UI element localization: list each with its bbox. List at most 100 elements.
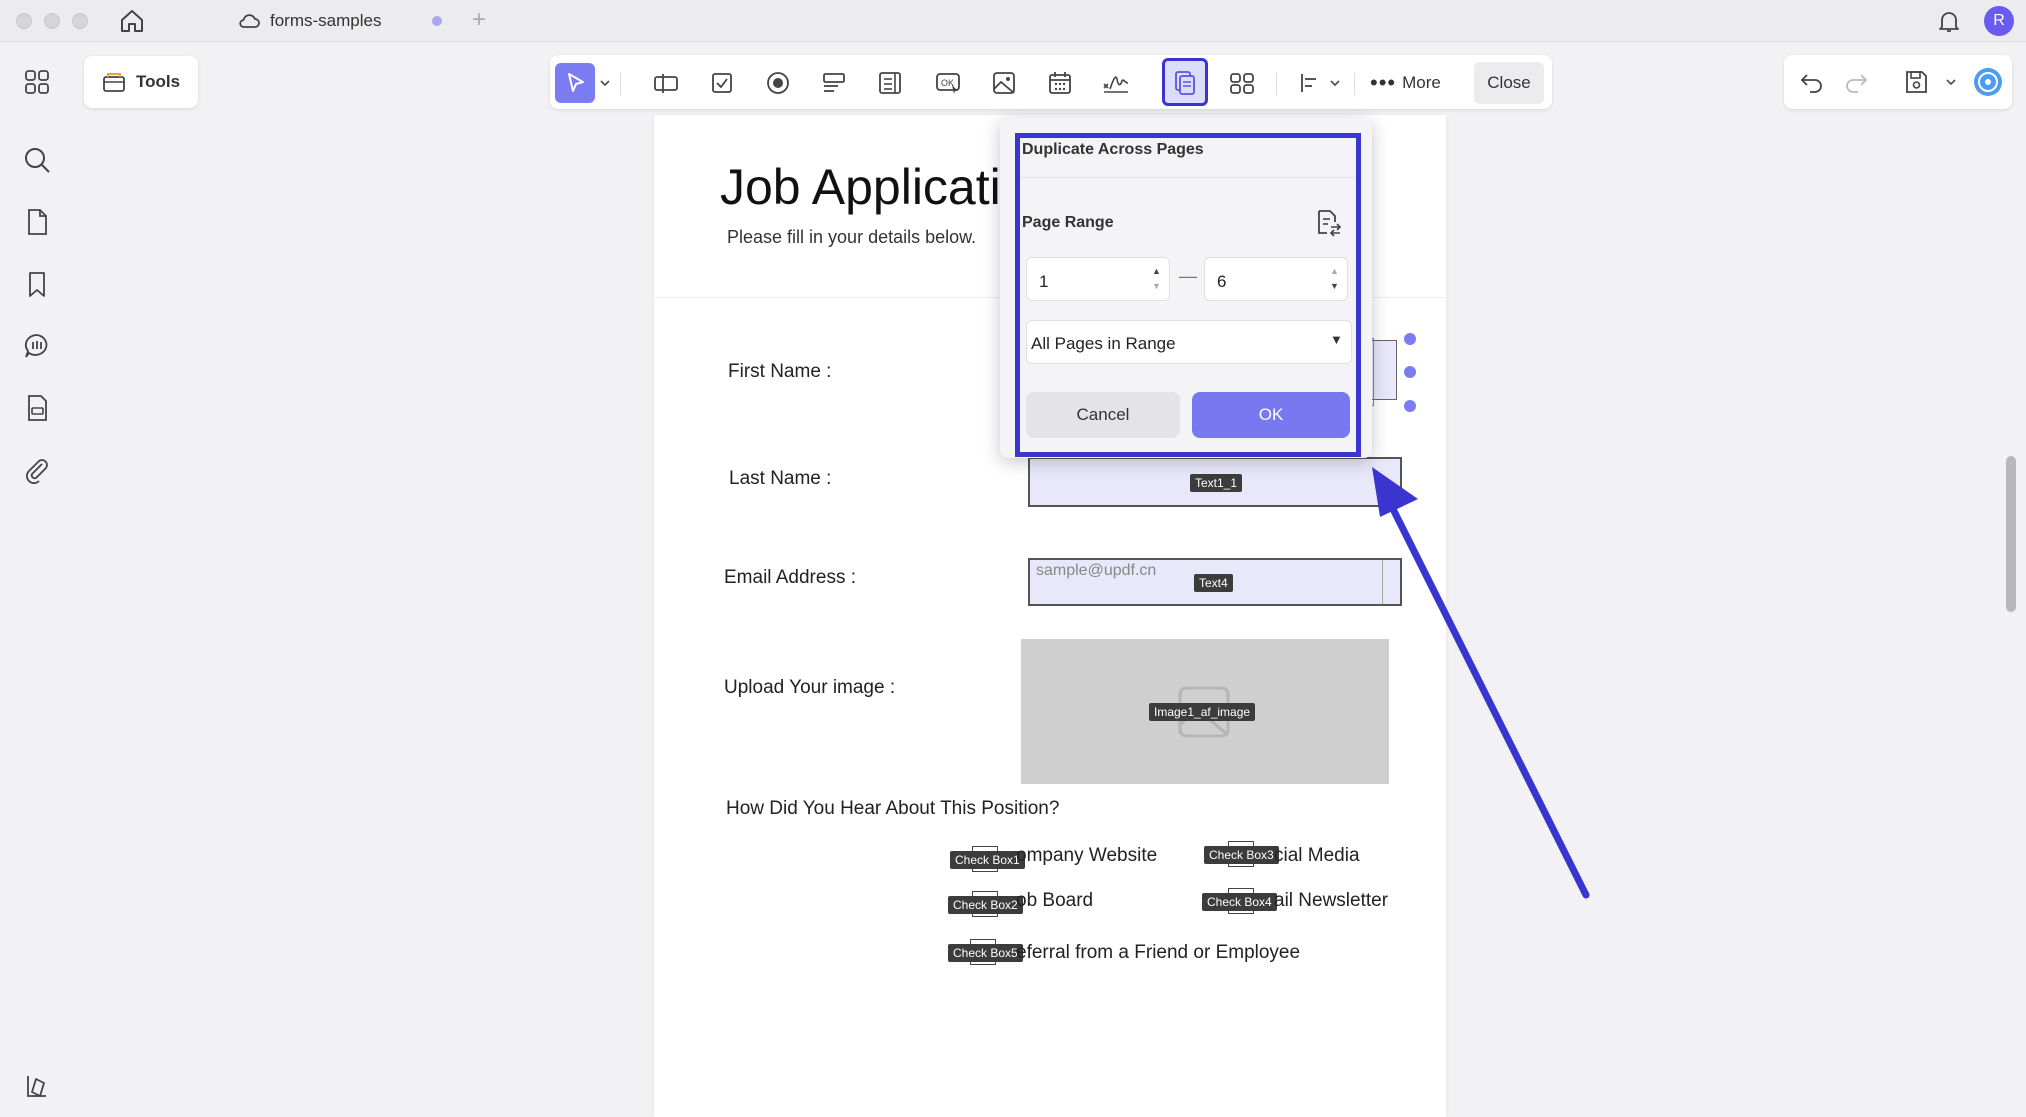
ellipsis-icon: ••• <box>1370 70 1397 95</box>
chevron-down-icon[interactable] <box>598 77 612 89</box>
button-tool-button[interactable]: OK <box>928 63 968 103</box>
field-tag: Text1_1 <box>1190 474 1243 492</box>
save-icon[interactable] <box>1902 68 1930 96</box>
svg-text:OK: OK <box>941 78 954 88</box>
scrollbar[interactable] <box>2006 456 2016 612</box>
grid-layout-icon <box>1230 73 1254 94</box>
list-box-tool-button[interactable] <box>870 63 910 103</box>
checkbox-label: eferral from a Friend or Employee <box>1016 942 1301 963</box>
layers-icon[interactable] <box>22 1071 52 1101</box>
image-tool-button[interactable] <box>984 63 1024 103</box>
more-button[interactable]: ••• More <box>1370 63 1441 103</box>
popup-title: Duplicate Across Pages <box>1022 141 1204 158</box>
field-tag: Check Box3 <box>1204 846 1279 864</box>
caret-down-icon: ▼ <box>1330 332 1343 347</box>
stepper-up-icon[interactable]: ▲ <box>1330 266 1339 276</box>
range-separator: — <box>1179 266 1197 286</box>
tools-button[interactable]: Tools <box>84 56 198 108</box>
resize-handle[interactable] <box>1404 400 1416 412</box>
unsaved-indicator <box>432 16 442 26</box>
field-tag: Check Box4 <box>1202 893 1277 911</box>
pointer-icon <box>568 73 584 92</box>
field-tag: Text4 <box>1194 574 1233 592</box>
form-toolbar: OK ••• More Close <box>550 55 1552 109</box>
cancel-button[interactable]: Cancel <box>1026 392 1180 438</box>
align-tool-button[interactable] <box>1290 63 1330 103</box>
stepper-up-icon[interactable]: ▲ <box>1152 266 1161 276</box>
ai-assistant-icon[interactable] <box>1972 66 2004 98</box>
tools-label: Tools <box>136 72 181 91</box>
arrange-tool-button[interactable] <box>1222 63 1262 103</box>
add-tab-button[interactable]: + <box>472 6 486 34</box>
field-tag: Check Box1 <box>950 851 1025 869</box>
redo-icon[interactable] <box>1842 68 1870 96</box>
left-sidebar <box>0 43 74 1117</box>
date-tool-button[interactable] <box>1040 63 1080 103</box>
grid-icon[interactable] <box>22 67 52 97</box>
home-icon[interactable] <box>118 8 146 34</box>
comment-icon[interactable] <box>22 331 52 361</box>
checkbox-label: ob Board <box>1016 890 1094 911</box>
cloud-icon <box>239 14 260 28</box>
radio-button-tool-button[interactable] <box>758 63 798 103</box>
resize-handle[interactable] <box>1404 333 1416 345</box>
minimize-window-button[interactable] <box>44 13 60 29</box>
align-left-icon <box>1301 74 1316 92</box>
last-name-label: Last Name : <box>729 468 832 489</box>
field-tag: Check Box5 <box>948 944 1023 962</box>
page-icon[interactable] <box>22 207 52 237</box>
list-box-icon <box>879 72 901 94</box>
page-range-label: Page Range <box>1022 214 1114 231</box>
first-name-label: First Name : <box>728 361 832 382</box>
page-range-swap-icon[interactable] <box>1313 208 1343 238</box>
duplicate-across-pages-button[interactable] <box>1162 58 1208 106</box>
from-page-input[interactable]: 1 <box>1026 257 1170 301</box>
bell-icon[interactable] <box>1936 8 1962 34</box>
calendar-icon <box>1049 72 1071 94</box>
combo-box-tool-button[interactable] <box>814 63 854 103</box>
ok-button[interactable]: OK <box>1192 392 1350 438</box>
toolbox-icon <box>103 73 125 92</box>
select-tool-button[interactable] <box>555 63 595 103</box>
attachment-icon[interactable] <box>22 455 52 485</box>
undo-icon[interactable] <box>1798 68 1826 96</box>
question-text: How Did You Hear About This Position? <box>726 798 1060 819</box>
document-tab[interactable]: forms-samples <box>238 6 381 36</box>
document-title: Job Applicatio <box>720 159 1029 215</box>
divider <box>1020 177 1356 178</box>
signature-icon <box>1103 76 1129 93</box>
image-icon <box>993 72 1015 94</box>
checkbox-label: ompany Website <box>1016 845 1158 866</box>
stepper-down-icon[interactable]: ▼ <box>1152 281 1161 291</box>
checkbox-icon <box>712 73 732 93</box>
text-field-icon <box>654 74 678 93</box>
chevron-down-icon[interactable] <box>1328 77 1342 89</box>
combo-box-icon <box>823 73 845 92</box>
avatar[interactable]: R <box>1984 6 2014 36</box>
image-field[interactable]: Image1_af_image <box>1021 639 1389 784</box>
chevron-down-icon[interactable] <box>1944 76 1958 88</box>
tab-title: forms-samples <box>270 11 382 30</box>
annotation-arrow <box>1372 467 1590 899</box>
signature-tool-button[interactable] <box>1096 63 1136 103</box>
checkbox-tool-button[interactable] <box>702 63 742 103</box>
checkbox-label: cial Media <box>1274 845 1360 866</box>
close-button[interactable]: Close <box>1474 62 1544 104</box>
ok-button-icon: OK <box>936 73 960 94</box>
email-label: Email Address : <box>724 567 856 588</box>
field-tag: Image1_af_image <box>1149 703 1256 721</box>
resize-handle[interactable] <box>1404 366 1416 378</box>
title-bar: forms-samples + R <box>0 0 2026 42</box>
form-icon[interactable] <box>22 393 52 423</box>
email-placeholder: sample@updf.cn <box>1036 562 1157 579</box>
upload-image-label: Upload Your image : <box>724 677 896 698</box>
close-window-button[interactable] <box>16 13 32 29</box>
bookmark-icon[interactable] <box>22 269 52 299</box>
page-subset-select[interactable]: All Pages in Range <box>1026 320 1352 364</box>
duplicate-pages-icon <box>1175 71 1195 95</box>
to-page-input[interactable]: 6 <box>1204 257 1348 301</box>
text-field-tool-button[interactable] <box>646 63 686 103</box>
zoom-window-button[interactable] <box>72 13 88 29</box>
stepper-down-icon[interactable]: ▼ <box>1330 281 1339 291</box>
search-icon[interactable] <box>22 145 52 175</box>
